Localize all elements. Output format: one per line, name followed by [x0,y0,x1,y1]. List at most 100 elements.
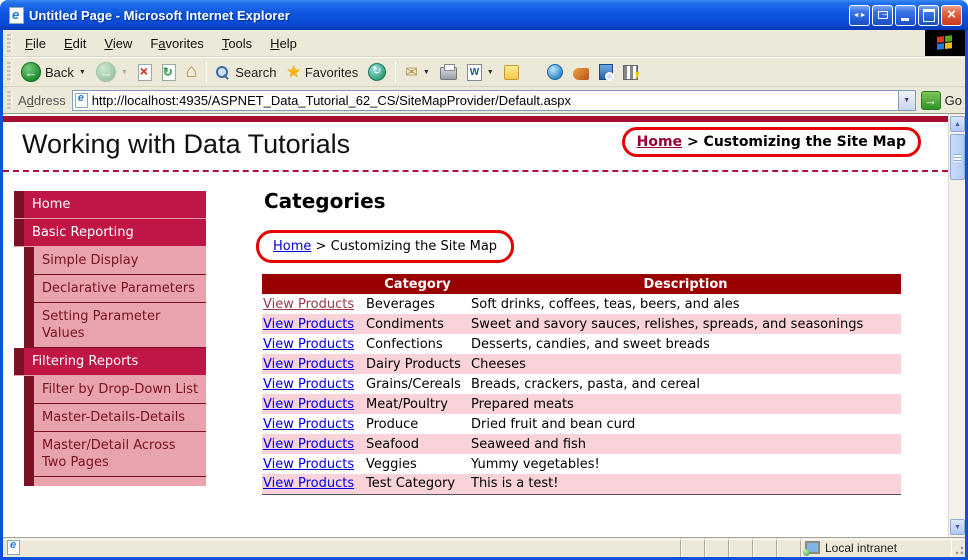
refresh-icon [161,63,176,81]
breadcrumb-current: Customizing the Site Map [330,239,498,254]
address-dropdown-button[interactable]: ▼ [897,90,915,110]
back-label: Back [45,64,74,80]
sidebar-item-declarative-parameters[interactable]: Declarative Parameters [24,275,206,303]
breadcrumb-separator: > [315,239,327,254]
description-cell: Seaweed and fish [470,434,901,454]
menu-grip-handle[interactable] [7,33,12,53]
history-button[interactable] [363,61,391,83]
menu-tools[interactable]: Tools [213,33,261,54]
popout-window-button[interactable] [872,4,893,26]
sidebar-item-setting-parameter-values[interactable]: Setting Parameter Values [24,303,206,348]
scroll-thumb[interactable] [950,134,965,180]
view-products-link[interactable]: View Products [263,337,354,352]
favorites-button[interactable]: ★ Favorites [281,60,363,84]
research-button[interactable] [594,62,618,82]
view-products-link[interactable]: View Products [263,377,354,392]
messenger-button[interactable] [542,62,568,82]
forward-button[interactable]: → ▼ [91,60,133,84]
forward-dropdown-icon: ▼ [120,68,128,76]
minimize-button[interactable] [895,4,916,26]
scroll-down-button[interactable]: ▼ [950,519,965,535]
sidebar-item-master-detail-across-two-pages[interactable]: Master/Detail Across Two Pages [24,432,206,477]
category-cell: Condiments [365,314,470,334]
resize-grip[interactable] [951,538,965,557]
mail-dropdown-icon[interactable]: ▼ [423,69,430,76]
status-pane [681,538,705,557]
sidebar-item-label: Filter by Drop-Down List [42,382,199,397]
menu-file[interactable]: File [16,33,55,54]
breadcrumb-home-link[interactable]: Home [273,239,311,254]
sidebar-item-label: Home [32,197,71,212]
sidebar-item-label: Simple Display [42,253,139,268]
menu-edit[interactable]: Edit [55,33,95,54]
refresh-button[interactable] [157,62,181,83]
view-products-link[interactable]: View Products [263,457,354,472]
mail-button[interactable]: ✉ ▼ [400,61,435,83]
address-input[interactable]: http://localhost:4935/ASPNET_Data_Tutori… [71,89,916,111]
sidebar-item-filtering-reports[interactable]: Filtering Reports [14,348,206,376]
sidebar-item-simple-display[interactable]: Simple Display [24,247,206,275]
menu-favorites[interactable]: Favorites [141,33,212,54]
windows-flag-icon [937,35,953,51]
browser-chrome: File Edit View Favorites Tools Help ← Back ▼ … [3,30,965,113]
page-title: Categories [264,189,386,213]
edit-dropdown-icon[interactable]: ▼ [487,69,494,76]
toolbar-grip-handle[interactable] [7,62,12,82]
column-header: Category [365,274,470,294]
sidebar-item-label: Basic Reporting [32,225,134,240]
address-url[interactable]: http://localhost:4935/ASPNET_Data_Tutori… [92,93,898,108]
stop-button[interactable] [133,62,157,83]
page-content: Working with Data Tutorials Home > Custo… [3,113,965,537]
splitter-arrows-button[interactable] [849,4,870,26]
back-dropdown-icon[interactable]: ▼ [79,69,86,76]
menu-view[interactable]: View [95,33,141,54]
vertical-scrollbar[interactable]: ▲ ▼ [948,114,965,537]
view-products-link[interactable]: View Products [263,437,354,452]
table-row: View Products Grains/Cereals Breads, crack… [262,374,901,394]
search-button[interactable]: Search [211,63,281,82]
description-cell: Dried fruit and bean curd [471,416,636,432]
view-products-link[interactable]: View Products [263,317,354,332]
table-row: View Products Meat/Poultry Prepared meats [262,394,901,414]
sitemap-breadcrumb: Home > Customizing the Site Map [256,230,515,263]
sidebar-item-master-details-details[interactable]: Master-Details-Details [24,404,206,432]
edit-with-word-button[interactable]: ▼ [462,62,499,83]
category-cell: Test Category [365,474,470,494]
close-button[interactable] [941,4,962,26]
grid-lightning-icon [622,64,638,80]
menu-help[interactable]: Help [261,33,306,54]
view-products-link[interactable]: View Products [263,297,354,312]
home-button[interactable]: ⌂ [181,62,202,82]
table-row: View Products Confections Desserts, candie… [262,334,901,354]
print-icon [439,64,457,80]
category-cell: Grains/Cereals [366,376,461,392]
view-products-link[interactable]: View Products [263,397,354,412]
research-icon [598,64,614,81]
sidebar-item-label: Filtering Reports [32,354,139,369]
description-cell: Prepared meats [470,394,901,414]
note-icon [503,64,519,80]
sidebar-item-home[interactable]: Home [14,191,206,219]
print-button[interactable] [435,62,462,82]
snippet-button[interactable] [618,63,643,82]
sidebar-item-filter-by-drop-down-list[interactable]: Filter by Drop-Down List [24,376,206,404]
go-button[interactable]: → Go [920,90,962,110]
address-grip-handle[interactable] [7,90,12,110]
top-breadcrumb-home-link[interactable]: Home [637,134,682,150]
view-products-link[interactable]: View Products [263,417,354,432]
back-button[interactable]: ← Back ▼ [16,60,91,84]
discuss-button[interactable] [499,63,524,82]
sidebar-item-basic-reporting[interactable]: Basic Reporting [14,219,206,247]
description-cell: Yummy vegetables! [471,456,600,472]
description-cell: Breads, crackers, pasta, and cereal [471,376,700,392]
maximize-button[interactable] [918,4,939,26]
category-cell: Produce [366,416,419,432]
menu-items: File Edit View Favorites Tools Help [16,33,306,54]
addon-button[interactable] [568,63,594,82]
sidebar-item-partial[interactable] [24,477,206,486]
table-row: View Products Seafood Seaweed and fish [262,434,901,454]
view-products-link[interactable]: View Products [263,357,354,372]
scroll-up-button[interactable]: ▲ [950,116,965,132]
search-icon [216,65,229,79]
view-products-link[interactable]: View Products [263,476,354,491]
